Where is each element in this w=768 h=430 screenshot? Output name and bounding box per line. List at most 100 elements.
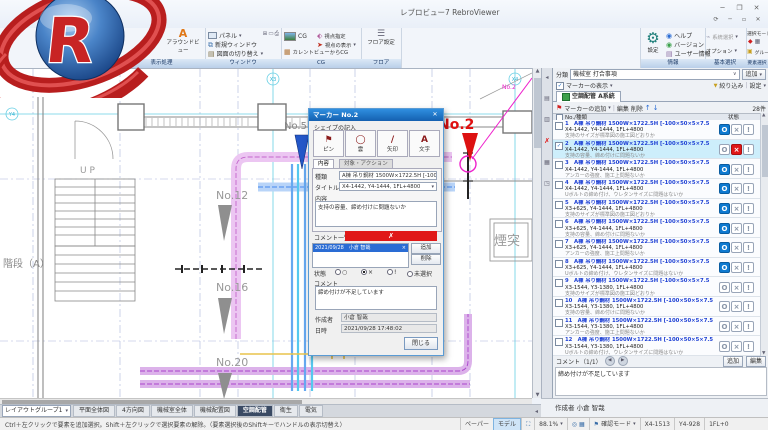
status-ng-button[interactable]: × [731, 282, 742, 293]
dialog-title-bar[interactable]: マーカー No.2 [309, 109, 443, 121]
status-ng-button[interactable]: × [731, 321, 742, 332]
minimize-button[interactable]: ─ [715, 3, 730, 13]
drawing-canvas[interactable]: X3 X4 Y4 U P 階段（A） [0, 68, 532, 399]
row-checkbox[interactable] [555, 260, 563, 268]
add-marker-button[interactable]: マーカーの追加 [564, 104, 606, 113]
delete-marker-button[interactable]: 削除 [631, 104, 643, 113]
status-ex-button[interactable]: ! [743, 242, 754, 253]
scroll-up-icon[interactable]: ▲ [762, 113, 765, 118]
switch-drawing-button[interactable]: ▤ 図面の切り替え▾ [208, 49, 263, 58]
layout-tab[interactable]: 電気 [299, 405, 323, 417]
move-down-icon[interactable]: ↓ [653, 104, 659, 112]
content-textarea[interactable]: 支持の容量、締め付けに問題ないか [315, 201, 437, 227]
next-comment-button[interactable]: ▶ [618, 356, 628, 366]
marker-row[interactable]: 4 A棟 吊り鋼材 1500W×1722.5H [-100×50×5×7.5X4… [553, 179, 760, 199]
status-ng-button[interactable]: × [731, 262, 742, 273]
comment-list-item[interactable]: 2021/09/28 小倉 智哉× [313, 244, 408, 252]
row-checkbox[interactable] [555, 279, 563, 287]
edit-marker-button[interactable]: 編集 [617, 104, 629, 113]
status-ex-button[interactable]: ! [743, 144, 754, 155]
system-select-button[interactable]: ⌁ 系統選択▾ [706, 33, 738, 41]
layout-tab[interactable]: 衛生 [274, 405, 298, 417]
dialog-comment-list[interactable]: 2021/09/28 小倉 智哉× [312, 243, 409, 268]
status-ng-button[interactable]: × [731, 301, 742, 312]
options-button[interactable]: オプション▾ [706, 47, 737, 55]
status-ng-button[interactable]: × [731, 203, 742, 214]
kind-combo[interactable]: A棟 吊り鋼材 1500W×1722.5H [-100×50×5×7.5▾ [339, 171, 437, 180]
row-checkbox[interactable] [555, 338, 563, 346]
marker-row[interactable]: 9 A棟 吊り鋼材 1500W×1722.5H [-100×50×5×7.5X3… [553, 277, 760, 297]
marker-row[interactable]: 1 A棟 吊り鋼材 1500W×1722.5H [-100×50×5×7.5X4… [553, 120, 760, 140]
status-ex-button[interactable]: ! [743, 124, 754, 135]
marker-row[interactable]: 10 A棟 吊り鋼材 1500W×1722.5H [-100×50×5×7.5X… [553, 297, 760, 317]
layout-tab[interactable]: 4方向図 [116, 405, 150, 417]
layers-panel-icon[interactable]: ▦ [544, 159, 550, 166]
zoom-tools[interactable]: ◎▦ [567, 418, 589, 430]
comment-box[interactable]: 締め付けが不足しています [555, 367, 767, 396]
dialog-comment-textarea[interactable]: 締め付けが不足しています [315, 286, 437, 310]
status-ex-button[interactable]: ! [743, 203, 754, 214]
title-combo[interactable]: X4-1442, Y4-1444, 1FL+4800▾ [339, 182, 437, 191]
panel-settings-button[interactable]: 設定 [749, 81, 761, 90]
window-mini-icons[interactable]: ⊞▭⎙ [263, 31, 279, 38]
current-view-cg-button[interactable]: ▦ カレントビューからCG [284, 48, 348, 56]
status-ex-button[interactable]: ! [743, 301, 754, 312]
status-ex-button[interactable]: ! [743, 164, 754, 175]
status-ng-button[interactable]: × [731, 223, 742, 234]
status-radio-question[interactable]: ! [387, 269, 396, 276]
dialog-close-icon[interactable]: ✕ [429, 111, 441, 119]
list-scrollbar[interactable]: ▲ ▼ [760, 113, 768, 356]
status-ex-button[interactable]: ! [743, 262, 754, 273]
marker-20-label[interactable]: No.20 [216, 356, 248, 369]
prev-comment-button[interactable]: ◀ [605, 356, 615, 366]
status-ng-button[interactable]: × [731, 242, 742, 253]
marker-row[interactable]: 8 A棟 吊り鋼材 1500W×1722.5H [-100×50×5×7.5X3… [553, 258, 760, 278]
status-ok-button[interactable]: O [719, 183, 730, 194]
status-ok-button[interactable]: O [719, 144, 730, 155]
status-ex-button[interactable]: ! [743, 321, 754, 332]
move-up-icon[interactable]: ↑ [645, 104, 651, 112]
select-mode-icons[interactable]: ◆ ▦ [748, 38, 760, 46]
marker-row[interactable]: 11 A棟 吊り鋼材 1500W×1722.5H [-100×50×5×7.5X… [553, 317, 760, 337]
arrow-shape-button[interactable]: ∕矢印 [377, 130, 408, 157]
status-ok-button[interactable]: O [719, 124, 730, 135]
floor-setting-button[interactable]: ☰ フロア設定 [363, 30, 399, 46]
comment-add-button[interactable]: 追加 [723, 356, 743, 367]
filter-button[interactable]: 絞り込み [719, 81, 743, 90]
panel-button[interactable]: パネル▾ [208, 31, 242, 40]
version-button[interactable]: ◉ バージョン [666, 40, 704, 49]
side-panel-strip[interactable]: ◂ ▤ ▥ ✗ ▦ ◳ [541, 68, 552, 398]
zoom-level[interactable]: 88.1%▾ [534, 418, 567, 430]
viewpoint-button[interactable]: ⬖ 視点指定 [317, 32, 346, 40]
marker-row[interactable]: 6 A棟 吊り鋼材 1500W×1722.5H [-100×50×5×7.5X3… [553, 218, 760, 238]
settings-button[interactable]: ⚙ 設定 [642, 30, 664, 54]
status-radio-ng[interactable]: × [361, 269, 373, 276]
marker-display-checkbox[interactable]: ✓ [556, 82, 564, 90]
status-ng-button[interactable]: × [731, 124, 742, 135]
row-checkbox[interactable] [555, 122, 563, 130]
maximize-button[interactable]: ❐ [732, 3, 747, 13]
close-button[interactable]: ✕ [749, 3, 764, 13]
collapse-icon[interactable]: ◂ [545, 74, 548, 81]
new-window-button[interactable]: ⧉ 新規ウィンドウ [208, 40, 257, 49]
status-ex-button[interactable]: ! [743, 183, 754, 194]
doc-maximize-button[interactable]: ▫ [738, 16, 750, 24]
status-radio-none[interactable]: 未選択 [407, 269, 432, 278]
status-ok-button[interactable]: O [719, 164, 730, 175]
status-ok-button[interactable]: O [719, 262, 730, 273]
status-ok-button[interactable]: O [719, 282, 730, 293]
layout-tab[interactable]: 平面全体図 [73, 405, 115, 417]
status-ng-button[interactable]: × [731, 341, 742, 352]
cloud-shape-button[interactable]: ◯雲 [345, 130, 376, 157]
status-ex-button[interactable]: ! [743, 282, 754, 293]
system-tab[interactable]: 空調配管 A系統 [556, 91, 621, 102]
text-shape-button[interactable]: A文字 [409, 130, 440, 157]
help-button[interactable]: ◉ ヘルプ [666, 31, 692, 40]
layout-tab[interactable]: 空調配管 [237, 405, 273, 417]
row-checkbox[interactable] [555, 299, 563, 307]
row-checkbox[interactable] [555, 181, 563, 189]
row-checkbox[interactable] [555, 201, 563, 209]
status-ok-button[interactable]: O [719, 223, 730, 234]
layout-tab[interactable]: 機械室全体 [151, 405, 193, 417]
status-ok-button[interactable]: O [719, 203, 730, 214]
